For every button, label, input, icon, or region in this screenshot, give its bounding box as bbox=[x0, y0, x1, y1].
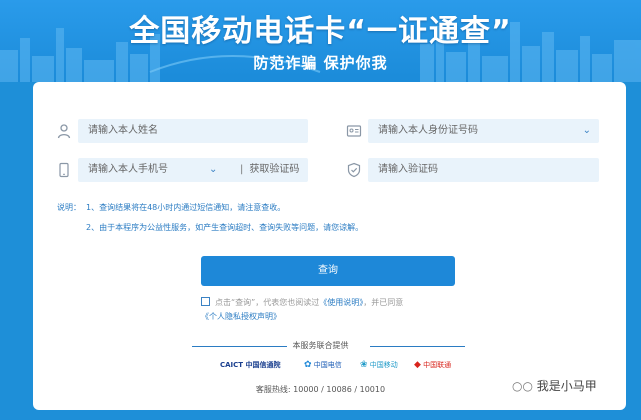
china-unicom-logo: ◆ 中国联通 bbox=[414, 360, 451, 370]
agreement-prefix: 点击“查询”，代表您也阅读过 bbox=[215, 298, 320, 307]
person-icon bbox=[57, 124, 71, 139]
note-line-1: 1、查询结果将在48小时内通过短信通知，请注意查收。 bbox=[86, 203, 286, 212]
caict-logo: CAICT 中国信通院 bbox=[220, 361, 281, 369]
note-line-2: 2、由于本程序为公益性服务，如产生查询超时、查询失败等问题，请您谅解。 bbox=[86, 223, 364, 232]
privacy-link[interactable]: 《个人隐私授权声明》 bbox=[201, 312, 281, 321]
note-label: 说明： bbox=[57, 203, 81, 212]
china-telecom-label: 中国电信 bbox=[313, 361, 342, 369]
wechat-icon: ○○ bbox=[512, 379, 533, 393]
header-banner: 全国移动电话卡“一证通查” 防范诈骗 保护你我 bbox=[0, 0, 641, 82]
china-telecom-logo: ✿ 中国电信 bbox=[304, 360, 342, 370]
name-input[interactable]: 请输入本人姓名 bbox=[78, 119, 308, 143]
page-subtitle: 防范诈骗 保护你我 bbox=[253, 54, 388, 72]
china-mobile-label: 中国移动 bbox=[369, 361, 398, 369]
watermark: ○○ 我是小马甲 bbox=[512, 377, 597, 394]
id-number-input[interactable]: 请输入本人身份证号码 ⌄ bbox=[368, 119, 599, 143]
china-telecom-icon: ✿ bbox=[304, 360, 312, 370]
id-card-icon bbox=[346, 125, 362, 137]
watermark-text: 我是小马甲 bbox=[536, 379, 597, 393]
china-mobile-logo: ❀ 中国移动 bbox=[360, 360, 398, 370]
agreement-checkbox[interactable] bbox=[201, 297, 210, 306]
page-title: 全国移动电话卡“一证通查” bbox=[129, 14, 512, 49]
china-unicom-label: 中国联通 bbox=[423, 361, 452, 369]
agreement-text: 点击“查询”，代表您也阅读过《使用说明》，并已同意 《个人隐私授权声明》 bbox=[201, 296, 461, 324]
chevron-down-icon[interactable]: ⌄ bbox=[209, 158, 217, 182]
phone-input[interactable]: 请输入本人手机号 ⌄ | 获取验证码 bbox=[78, 158, 308, 182]
phone-placeholder: 请输入本人手机号 bbox=[88, 164, 168, 175]
shield-check-icon bbox=[347, 162, 361, 178]
mobile-phone-icon bbox=[59, 162, 69, 178]
cooperation-label: 本服务联合提供 bbox=[292, 341, 349, 350]
china-unicom-icon: ◆ bbox=[414, 360, 421, 370]
usage-link[interactable]: 《使用说明》 bbox=[319, 298, 363, 307]
id-number-placeholder: 请输入本人身份证号码 bbox=[378, 125, 478, 136]
get-code-button[interactable]: 获取验证码 bbox=[249, 164, 299, 175]
verification-code-input[interactable]: 请输入验证码 bbox=[368, 158, 599, 182]
china-mobile-icon: ❀ bbox=[360, 360, 368, 370]
query-button[interactable]: 查询 bbox=[201, 256, 455, 286]
separator: | bbox=[240, 164, 244, 175]
agreement-middle: ，并已同意 bbox=[363, 298, 404, 307]
chevron-down-icon[interactable]: ⌄ bbox=[583, 119, 591, 143]
